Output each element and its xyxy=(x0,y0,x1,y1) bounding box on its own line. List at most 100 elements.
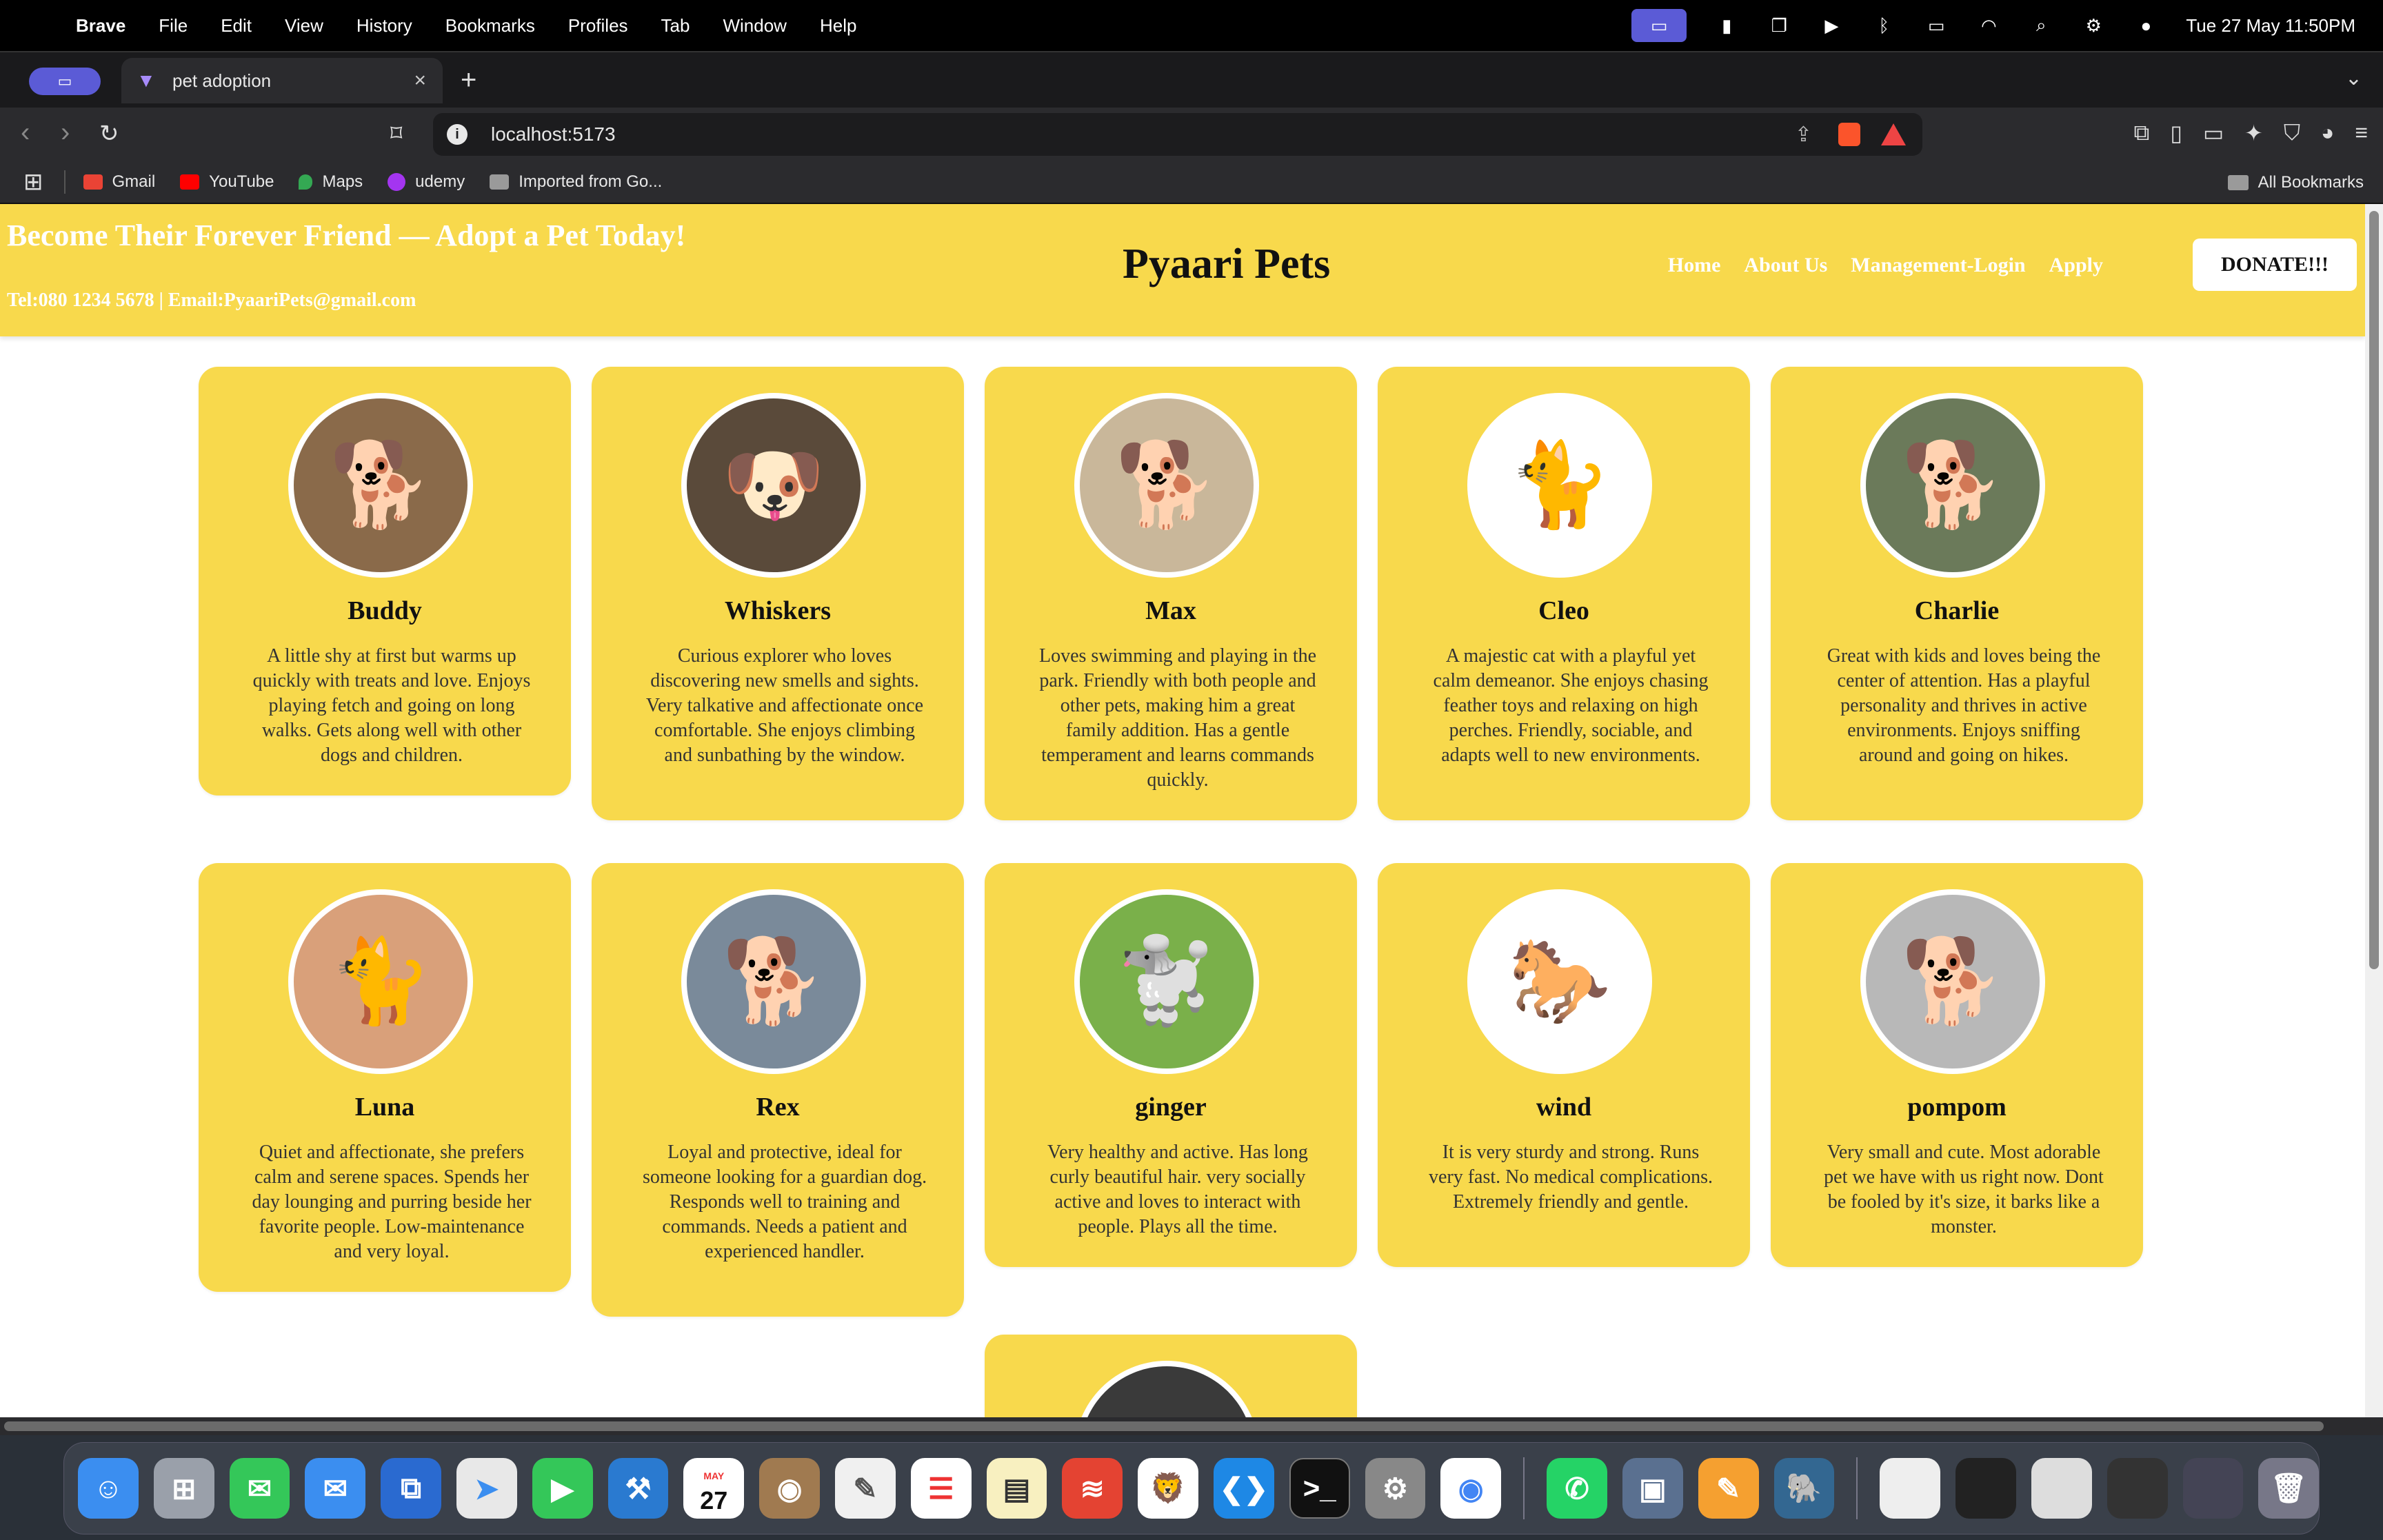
pet-card-cleo[interactable]: 🐈 Cleo A majestic cat with a playful yet… xyxy=(1378,367,1750,820)
back-icon[interactable]: ‹ xyxy=(21,117,30,148)
bookmark-imported-folder[interactable]: Imported from Go... xyxy=(490,172,662,192)
menu-profiles[interactable]: Profiles xyxy=(568,15,628,37)
messages-icon[interactable]: ✉ xyxy=(229,1458,290,1519)
pet-card-ginger[interactable]: 🐩 ginger Very healthy and active. Has lo… xyxy=(985,863,1357,1267)
address-bar[interactable]: i localhost:5173 ⇪ xyxy=(433,113,1922,156)
nav-home[interactable]: Home xyxy=(1668,254,1721,277)
menu-tab[interactable]: Tab xyxy=(661,15,690,37)
wallet-icon[interactable]: ▭ xyxy=(2203,120,2224,146)
menu-icon[interactable]: ≡ xyxy=(2355,120,2368,146)
vertical-scrollbar[interactable] xyxy=(2365,204,2383,1417)
document-thumbnail-icon[interactable] xyxy=(1880,1458,1941,1519)
window-thumbnail-icon[interactable] xyxy=(2107,1458,2168,1519)
system-settings-icon[interactable]: ⚙ xyxy=(1365,1458,1426,1519)
trash-icon[interactable]: 🗑 xyxy=(2258,1458,2320,1519)
vscode-icon[interactable]: ❮❯ xyxy=(1213,1458,1274,1519)
menu-window[interactable]: Window xyxy=(723,15,786,37)
chrome-icon[interactable]: ◉ xyxy=(1440,1458,1502,1519)
pet-card-charlie[interactable]: 🐕 Charlie Great with kids and loves bein… xyxy=(1771,367,2143,820)
bookmark-maps[interactable]: Maps xyxy=(299,172,363,192)
profile-icon[interactable]: ▭ xyxy=(29,68,101,95)
wifi-icon[interactable]: ◠ xyxy=(1976,15,2001,36)
scroll-thumb[interactable] xyxy=(4,1421,2324,1431)
close-tab-icon[interactable]: × xyxy=(414,69,426,92)
window-thumbnail-icon[interactable] xyxy=(1955,1458,2016,1519)
menu-edit[interactable]: Edit xyxy=(221,15,252,37)
search-icon[interactable]: ⌕ xyxy=(2029,14,2053,36)
launchpad-icon[interactable]: ⊞ xyxy=(153,1458,214,1519)
extensions-icon[interactable]: ⧉ xyxy=(2133,120,2149,146)
play-icon[interactable]: ▶ xyxy=(1819,15,1844,36)
clock[interactable]: Tue 27 May 11:50PM xyxy=(2186,15,2355,37)
menu-bookmarks[interactable]: Bookmarks xyxy=(445,15,535,37)
menu-app-name[interactable]: Brave xyxy=(76,15,125,37)
tab-pet-adoption[interactable]: ▼ pet adoption × xyxy=(121,58,443,103)
site-brand[interactable]: Pyaari Pets xyxy=(1123,240,1330,289)
calendar-icon[interactable]: MAY 27 xyxy=(683,1458,745,1519)
control-center-icon[interactable]: ⚙ xyxy=(2081,15,2106,36)
brave-shields-icon[interactable] xyxy=(1838,123,1860,146)
menu-view[interactable]: View xyxy=(285,15,323,37)
postgres-icon[interactable]: 🐘 xyxy=(1773,1458,1835,1519)
url-text[interactable]: localhost:5173 xyxy=(491,123,616,145)
pet-card-partial[interactable] xyxy=(985,1335,1357,1417)
bookmark-youtube[interactable]: YouTube xyxy=(180,172,274,192)
chevron-down-icon[interactable]: ⌄ xyxy=(2345,66,2362,90)
scroll-thumb[interactable] xyxy=(2369,211,2379,969)
new-tab-icon[interactable]: + xyxy=(461,65,476,96)
nav-management-login[interactable]: Management-Login xyxy=(1851,254,2025,277)
textedit-icon[interactable]: ✎ xyxy=(834,1458,896,1519)
remote-desktop-icon[interactable]: ⧉ xyxy=(381,1458,441,1519)
profile-avatar-icon[interactable]: ◕ xyxy=(2321,120,2334,146)
all-bookmarks[interactable]: All Bookmarks xyxy=(2227,161,2364,204)
maps-icon[interactable]: ➤ xyxy=(456,1458,517,1519)
finder-icon[interactable]: ☺ xyxy=(78,1458,139,1519)
reload-icon[interactable]: ↻ xyxy=(99,120,119,148)
notes-icon[interactable]: ▤ xyxy=(986,1458,1047,1519)
pet-card-buddy[interactable]: 🐕 Buddy A little shy at first but warms … xyxy=(199,367,571,796)
pet-card-luna[interactable]: 🐈 Luna Quiet and affectionate, she prefe… xyxy=(199,863,571,1292)
facetime-icon[interactable]: ▶ xyxy=(532,1458,593,1519)
mail-icon[interactable]: ✉ xyxy=(305,1458,366,1519)
menu-file[interactable]: File xyxy=(159,15,188,37)
donate-button[interactable]: DONATE!!! xyxy=(2193,239,2357,291)
site-info-icon[interactable]: i xyxy=(447,124,467,145)
pet-card-wind[interactable]: 🐎 wind It is very sturdy and strong. Run… xyxy=(1378,863,1750,1267)
brave-icon[interactable]: 🦁 xyxy=(1138,1458,1198,1519)
forward-icon[interactable]: › xyxy=(61,117,70,148)
leo-ai-icon[interactable]: ✦ xyxy=(2244,120,2263,146)
horizontal-scrollbar[interactable] xyxy=(0,1417,2383,1435)
pet-card-rex[interactable]: 🐕 Rex Loyal and protective, ideal for so… xyxy=(592,863,964,1317)
battery-icon[interactable]: ▭ xyxy=(1924,15,1949,36)
menu-history[interactable]: History xyxy=(356,15,412,37)
pet-card-pompom[interactable]: 🐕 pompom Very small and cute. Most adora… xyxy=(1771,863,2143,1267)
bookmark-gmail[interactable]: Gmail xyxy=(83,172,155,192)
share-icon[interactable]: ⇪ xyxy=(1795,123,1812,147)
preview-icon[interactable]: ▣ xyxy=(1622,1458,1683,1519)
bookmark-page-icon[interactable]: ⌑ xyxy=(390,120,402,148)
apps-grid-icon[interactable]: ⊞ xyxy=(23,168,43,196)
window-thumbnail-icon[interactable] xyxy=(2031,1458,2092,1519)
xcode-icon[interactable]: ⚒ xyxy=(607,1458,669,1519)
sidebar-icon[interactable]: ▯ xyxy=(2170,120,2182,146)
terminal-icon[interactable]: >_ xyxy=(1289,1458,1350,1519)
nav-about-us[interactable]: About Us xyxy=(1744,254,1827,277)
pet-card-max[interactable]: 🐕 Max Loves swimming and playing in the … xyxy=(985,367,1357,820)
todoist-icon[interactable]: ≋ xyxy=(1062,1458,1123,1519)
vpn-icon[interactable]: ⛉ xyxy=(2284,120,2300,146)
siri-icon[interactable]: ● xyxy=(2133,15,2158,36)
window-icon[interactable]: ❐ xyxy=(1767,15,1791,36)
screen-share-icon[interactable]: ▭ xyxy=(1631,9,1687,42)
bluetooth-icon[interactable]: ᛒ xyxy=(1871,15,1896,36)
nav-apply[interactable]: Apply xyxy=(2049,254,2103,277)
reminders-icon[interactable]: ☰ xyxy=(910,1458,972,1519)
whatsapp-icon[interactable]: ✆ xyxy=(1547,1458,1607,1519)
bookmark-status-icon[interactable]: ▮ xyxy=(1714,15,1739,36)
brave-rewards-icon[interactable] xyxy=(1881,123,1906,145)
pages-icon[interactable]: ✎ xyxy=(1698,1458,1759,1519)
pet-card-whiskers[interactable]: 🐶 Whiskers Curious explorer who loves di… xyxy=(592,367,964,820)
menu-help[interactable]: Help xyxy=(820,15,856,37)
bookmark-udemy[interactable]: udemy xyxy=(388,172,465,192)
window-thumbnail-icon[interactable] xyxy=(2182,1458,2244,1519)
contacts-icon[interactable]: ◉ xyxy=(759,1458,820,1519)
